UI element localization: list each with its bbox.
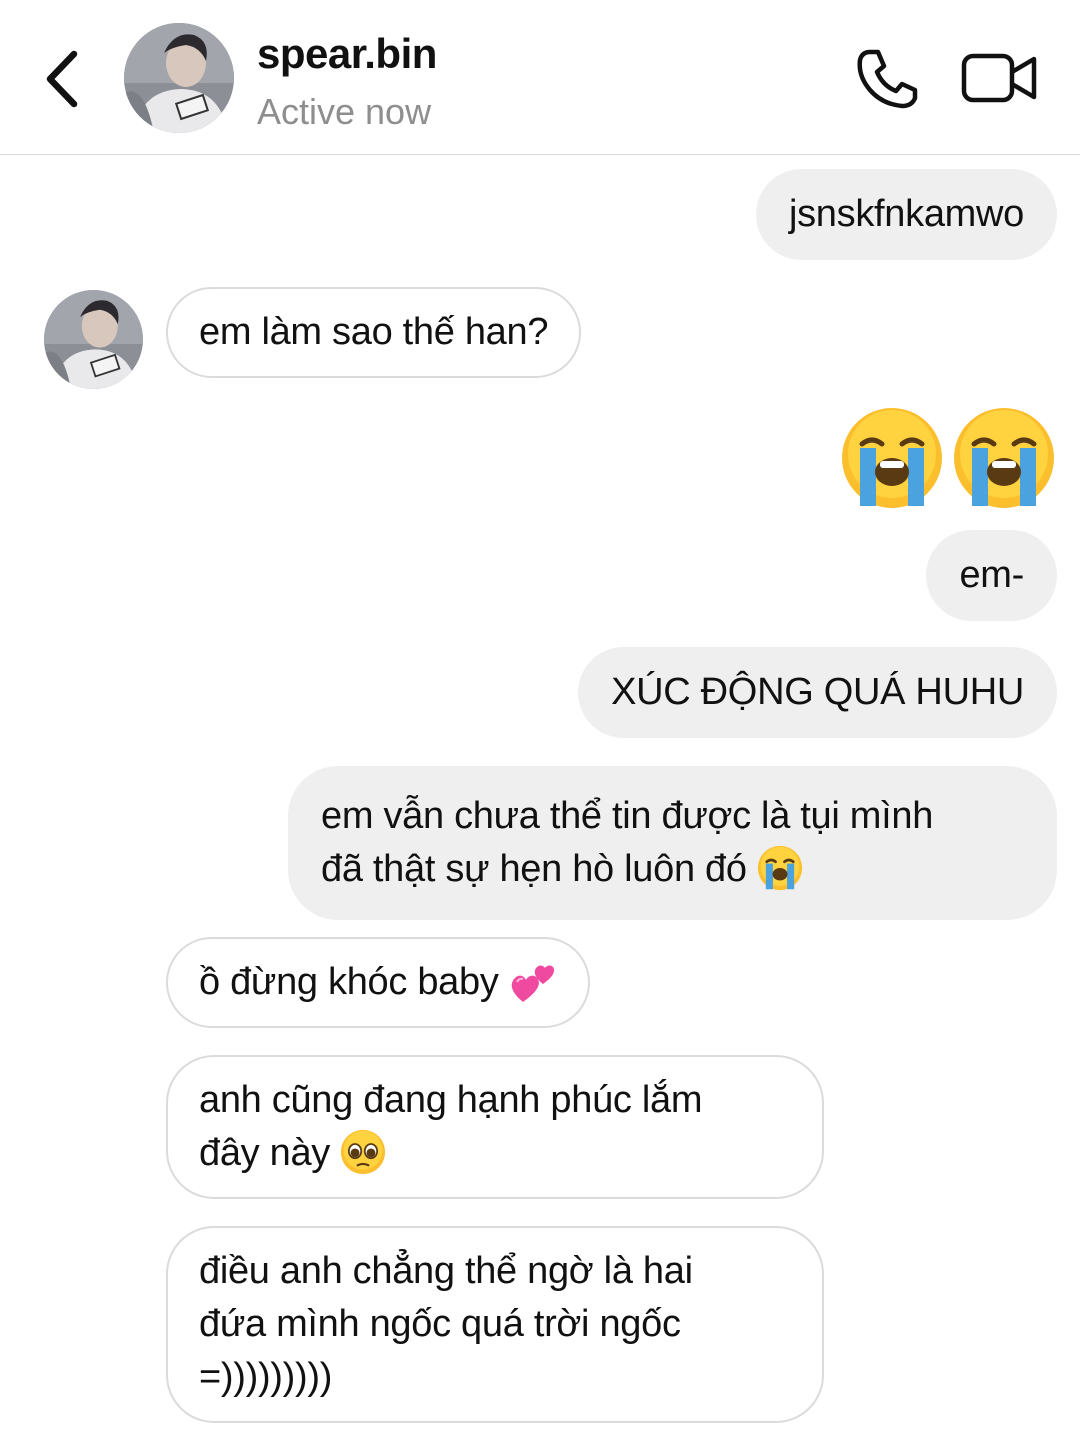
message-text-line: đứa mình ngốc quá trời ngốc	[199, 1303, 681, 1345]
back-button[interactable]	[40, 48, 84, 110]
outgoing-message[interactable]: em-	[926, 530, 1057, 621]
chat-header: spear.bin Active now	[0, 0, 1080, 155]
incoming-message[interactable]: ồ đừng khóc baby	[166, 937, 590, 1028]
chevron-left-icon	[46, 50, 78, 108]
incoming-message[interactable]: em làm sao thế han?	[166, 287, 582, 378]
message-thread: jsnskfnkamwo em làm sao thế han? em- XÚC…	[0, 156, 1080, 1439]
outgoing-message[interactable]: em vẫn chưa thể tin được là tụi mình đã …	[288, 766, 1057, 920]
avatar-photo	[124, 23, 234, 133]
pleading-face-icon	[341, 1129, 386, 1175]
message-text-line: =)))))))))	[199, 1356, 333, 1398]
contact-username[interactable]: spear.bin	[257, 30, 437, 78]
message-text-line: điều anh chẳng thể ngờ là hai	[199, 1250, 693, 1292]
avatar-photo	[44, 290, 143, 389]
incoming-message[interactable]: điều anh chẳng thể ngờ là hai đứa mình n…	[166, 1226, 824, 1423]
chat-screen: spear.bin Active now jsnskfnkamwo em làm…	[0, 0, 1080, 1439]
loudly-crying-face-icon	[954, 408, 1054, 508]
outgoing-message[interactable]: jsnskfnkamwo	[755, 169, 1057, 260]
phone-icon	[857, 49, 918, 109]
video-camera-icon	[961, 53, 1037, 103]
message-text-line: anh cũng đang hạnh phúc lắm	[199, 1079, 703, 1121]
message-text: jsnskfnkamwo	[788, 193, 1024, 235]
loudly-crying-face-icon	[842, 408, 942, 508]
message-text: ồ đừng khóc baby	[199, 961, 499, 1003]
loudly-crying-face-icon	[757, 845, 803, 891]
sender-avatar[interactable]	[44, 290, 143, 389]
video-call-button[interactable]	[960, 50, 1040, 106]
message-text: em-	[959, 554, 1024, 596]
outgoing-message[interactable]: XÚC ĐỘNG QUÁ HUHU	[578, 647, 1057, 738]
active-status: Active now	[257, 91, 432, 132]
incoming-message[interactable]: anh cũng đang hạnh phúc lắm đây này	[166, 1055, 824, 1199]
message-text-line: em vẫn chưa thể tin được là tụi mình	[321, 795, 934, 837]
audio-call-button[interactable]	[852, 46, 922, 112]
emoji-message[interactable]	[840, 406, 1056, 512]
two-hearts-icon	[511, 965, 554, 1002]
message-text: XÚC ĐỘNG QUÁ HUHU	[611, 671, 1024, 713]
header-avatar[interactable]	[124, 23, 234, 133]
message-text-line: đây này	[199, 1132, 330, 1174]
message-text-line: đã thật sự hẹn hò luôn đó	[321, 848, 747, 890]
message-text: em làm sao thế han?	[199, 311, 549, 353]
